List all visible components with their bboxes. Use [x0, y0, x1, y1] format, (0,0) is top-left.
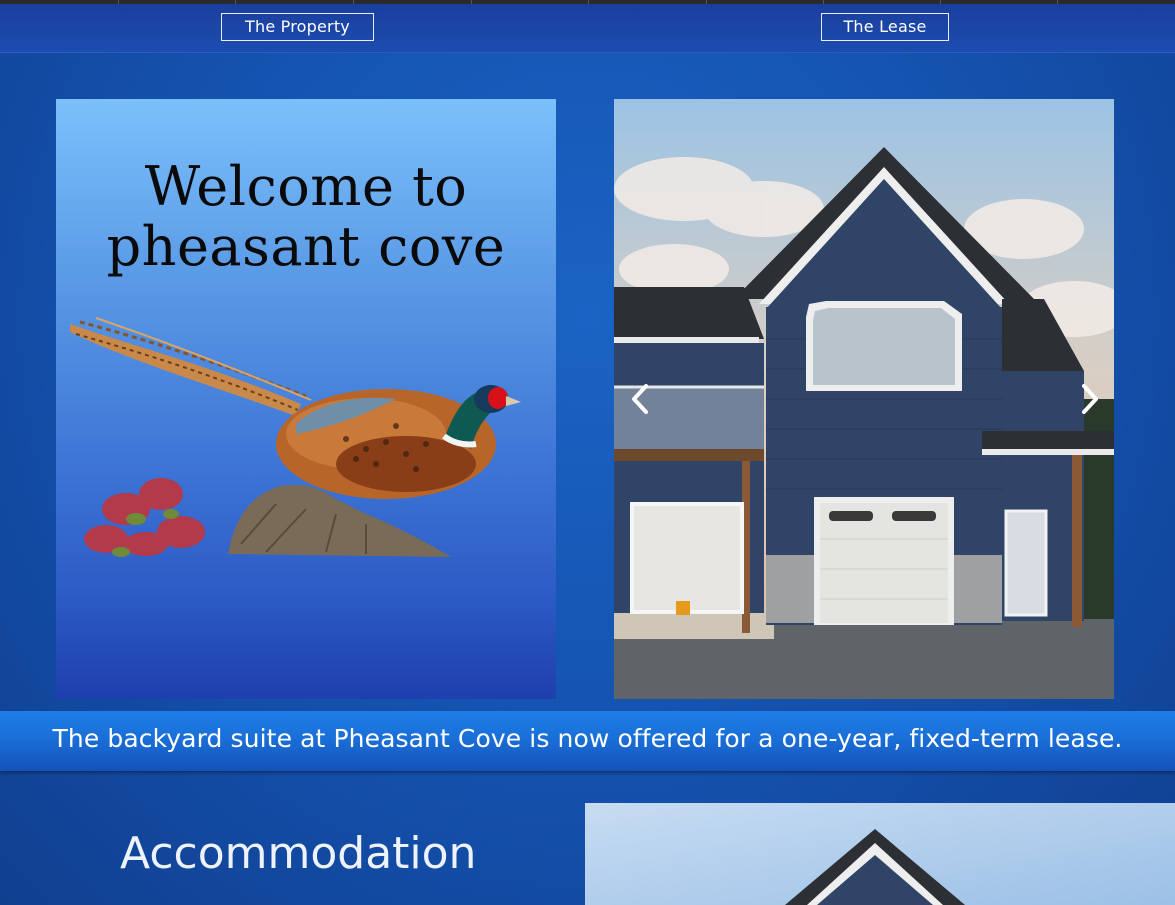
nav-the-property-button[interactable]: The Property [221, 13, 374, 41]
accommodation-heading: Accommodation [120, 828, 477, 879]
chevron-left-icon [632, 384, 648, 414]
lease-announcement-banner: The backyard suite at Pheasant Cove is n… [0, 711, 1175, 771]
house-exterior-photo [614, 99, 1114, 699]
welcome-heading: Welcome to pheasant cove [56, 157, 556, 277]
welcome-panel: Welcome to pheasant cove [56, 99, 556, 699]
carousel-next-arrow[interactable] [1074, 382, 1104, 416]
property-photo-carousel[interactable] [614, 99, 1114, 699]
accommodation-photo [585, 803, 1175, 905]
lease-announcement-text: The backyard suite at Pheasant Cove is n… [52, 724, 1123, 753]
welcome-heading-line1: Welcome to [144, 155, 468, 218]
top-navigation: The Property The Lease [0, 4, 1175, 53]
chevron-right-icon [1082, 384, 1098, 414]
nav-the-lease-button[interactable]: The Lease [821, 13, 949, 41]
carousel-previous-arrow[interactable] [626, 382, 656, 416]
welcome-heading-line2: pheasant cove [106, 215, 506, 278]
pheasant-illustration [70, 317, 521, 557]
